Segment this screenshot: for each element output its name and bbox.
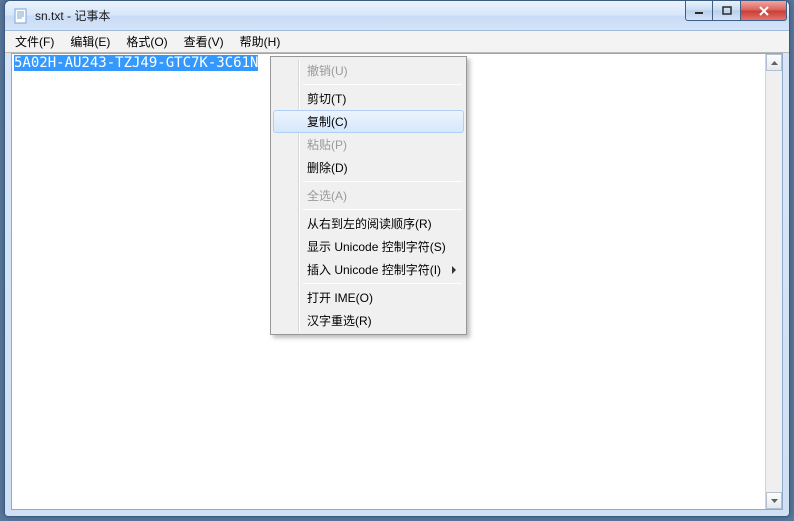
maximize-icon xyxy=(722,6,732,16)
scroll-track[interactable] xyxy=(766,71,782,492)
minimize-icon xyxy=(694,6,704,16)
menu-view[interactable]: 查看(V) xyxy=(176,31,232,52)
scroll-up-button[interactable] xyxy=(766,54,782,71)
close-icon xyxy=(758,6,770,16)
ctx-separator xyxy=(303,283,462,284)
window-controls xyxy=(685,1,787,30)
ctx-insert-unicode-label: 插入 Unicode 控制字符(I) xyxy=(307,261,441,278)
chevron-up-icon xyxy=(771,61,778,65)
minimize-button[interactable] xyxy=(685,1,713,21)
menu-format[interactable]: 格式(O) xyxy=(118,31,175,52)
ctx-show-unicode[interactable]: 显示 Unicode 控制字符(S) xyxy=(273,235,464,258)
close-button[interactable] xyxy=(741,1,787,21)
app-icon xyxy=(13,8,29,24)
vertical-scrollbar[interactable] xyxy=(765,54,782,509)
ctx-separator xyxy=(303,84,462,85)
menubar: 文件(F) 编辑(E) 格式(O) 查看(V) 帮助(H) xyxy=(5,31,789,53)
window-title: sn.txt - 记事本 xyxy=(35,7,685,24)
ctx-paste[interactable]: 粘贴(P) xyxy=(273,133,464,156)
submenu-arrow-icon xyxy=(452,266,456,274)
menu-file[interactable]: 文件(F) xyxy=(7,31,62,52)
titlebar[interactable]: sn.txt - 记事本 xyxy=(5,1,789,31)
ctx-undo[interactable]: 撤销(U) xyxy=(273,59,464,82)
scroll-down-button[interactable] xyxy=(766,492,782,509)
context-menu: 撤销(U) 剪切(T) 复制(C) 粘贴(P) 删除(D) 全选(A) 从右到左… xyxy=(270,56,467,335)
menu-help[interactable]: 帮助(H) xyxy=(232,31,289,52)
ctx-separator xyxy=(303,209,462,210)
ctx-separator xyxy=(303,181,462,182)
ctx-select-all[interactable]: 全选(A) xyxy=(273,184,464,207)
ctx-cut[interactable]: 剪切(T) xyxy=(273,87,464,110)
ctx-open-ime[interactable]: 打开 IME(O) xyxy=(273,286,464,309)
selected-text: 5A02H-AU243-TZJ49-GTC7K-3C61N xyxy=(14,55,258,71)
ctx-reconversion[interactable]: 汉字重选(R) xyxy=(273,309,464,332)
maximize-button[interactable] xyxy=(713,1,741,21)
ctx-copy[interactable]: 复制(C) xyxy=(273,110,464,133)
menu-edit[interactable]: 编辑(E) xyxy=(62,31,118,52)
ctx-delete[interactable]: 删除(D) xyxy=(273,156,464,179)
ctx-insert-unicode[interactable]: 插入 Unicode 控制字符(I) xyxy=(273,258,464,281)
ctx-rtl-reading[interactable]: 从右到左的阅读顺序(R) xyxy=(273,212,464,235)
chevron-down-icon xyxy=(771,499,778,503)
